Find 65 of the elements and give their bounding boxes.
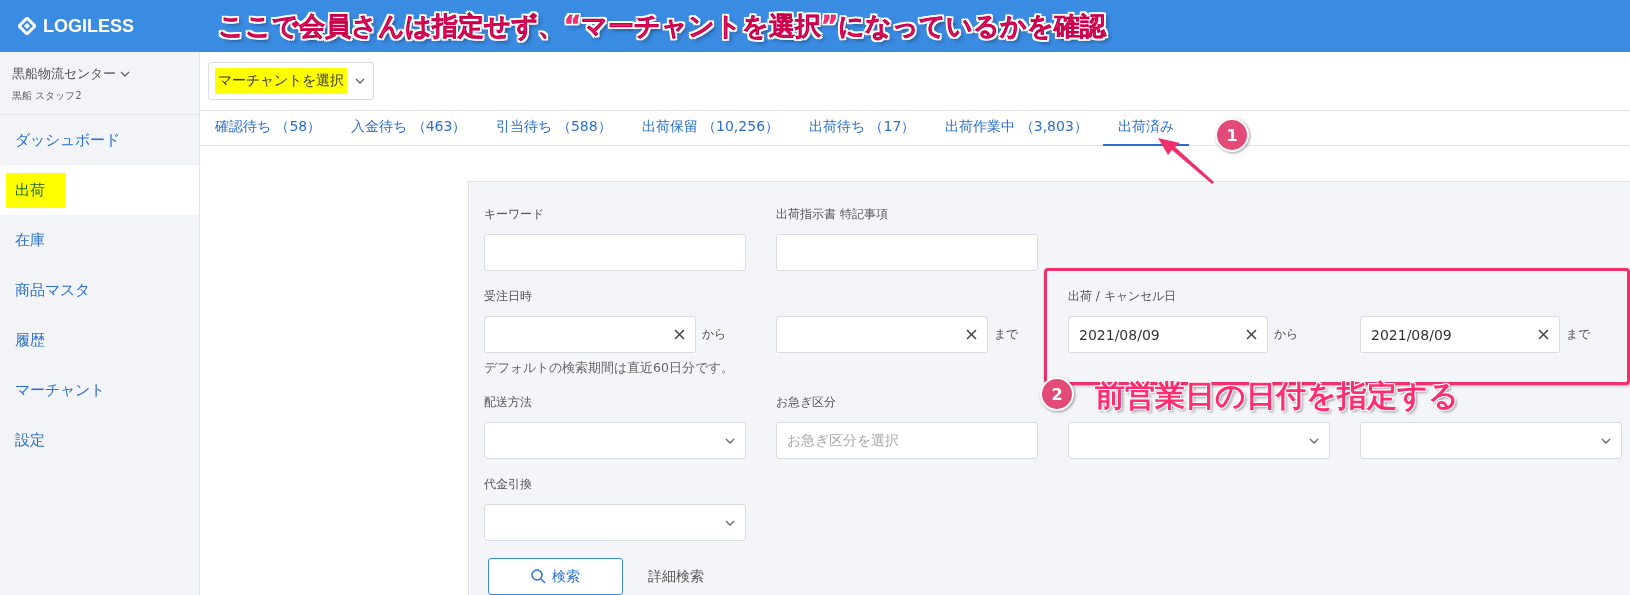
date-field[interactable]: 2021/08/09 — [1360, 316, 1560, 353]
merchant-select[interactable]: マーチャントを選択 — [208, 61, 374, 100]
select-field[interactable] — [484, 504, 746, 541]
sidebar-label: 設定 — [14, 429, 46, 451]
logo-text: LOGILESS — [43, 15, 134, 37]
chevron-down-icon — [725, 437, 735, 444]
field-label: お急ぎ区分 — [776, 394, 837, 411]
sidebar-label: 在庫 — [14, 229, 46, 251]
range-suffix: から — [702, 326, 726, 343]
sidebar-item[interactable]: 出荷 — [0, 165, 199, 215]
chevron-down-icon — [120, 71, 130, 77]
pointer-arrow — [1158, 138, 1216, 184]
clear-icon[interactable] — [1538, 329, 1549, 340]
range-suffix: まで — [994, 326, 1018, 343]
tab[interactable]: 引当待ち （588） — [481, 110, 627, 146]
select-field[interactable] — [1360, 422, 1622, 459]
warehouse-name[interactable]: 黒船物流センター — [12, 65, 116, 83]
date-field[interactable] — [776, 316, 988, 353]
date-field[interactable]: 2021/08/09 — [1068, 316, 1268, 353]
clear-icon[interactable] — [966, 329, 977, 340]
sidebar-item[interactable]: 設定 — [0, 415, 199, 465]
range-suffix: から — [1274, 326, 1298, 343]
merchant-select-text: マーチャントを選択 — [215, 67, 347, 94]
step-badge: 1 — [1215, 118, 1249, 152]
logo-icon — [18, 17, 36, 35]
tab[interactable]: 確認待ち （58） — [200, 110, 337, 146]
select-field[interactable] — [484, 422, 746, 459]
chevron-down-icon — [1601, 437, 1611, 444]
sidebar-item[interactable]: ダッシュボード — [0, 115, 199, 165]
sidebar-item[interactable]: 在庫 — [0, 215, 199, 265]
date-field[interactable] — [484, 316, 696, 353]
sidebar-item[interactable]: 履歴 — [0, 315, 199, 365]
field-label: 受注日時 — [484, 288, 533, 305]
range-suffix: まで — [1566, 326, 1590, 343]
field-label: キーワード — [484, 206, 545, 223]
tab[interactable]: 出荷作業中 （3,803） — [930, 110, 1103, 146]
search-button[interactable]: 検索 — [488, 558, 623, 595]
select-field[interactable] — [1068, 422, 1330, 459]
chevron-down-icon — [725, 519, 735, 526]
search-icon — [531, 569, 546, 584]
annotation-title: ここで会員さんは指定せず、“マーチャントを選択”になっているかを確認 — [218, 9, 1107, 43]
hint-text: デフォルトの検索期間は直近60日分です。 — [484, 360, 735, 377]
chevron-down-icon — [1309, 437, 1319, 444]
sidebar-item[interactable]: 商品マスタ — [0, 265, 199, 315]
sidebar-label: 出荷 — [6, 172, 66, 208]
input-field[interactable] — [484, 234, 746, 271]
clear-icon[interactable] — [674, 329, 685, 340]
annotation-text: 前営業日の日付を指定する — [1095, 378, 1459, 414]
clear-icon[interactable] — [1246, 329, 1257, 340]
field-label: 出荷 / キャンセル日 — [1068, 288, 1177, 305]
tab[interactable]: 出荷待ち （17） — [794, 110, 931, 146]
sidebar-item[interactable]: マーチャント — [0, 365, 199, 415]
tab[interactable]: 出荷保留 （10,256） — [626, 110, 795, 146]
sidebar-label: 履歴 — [14, 329, 46, 351]
sidebar-label: 商品マスタ — [14, 279, 91, 301]
chevron-down-icon — [355, 77, 365, 84]
input-field[interactable] — [776, 234, 1038, 271]
advanced-search-link[interactable]: 詳細検索 — [648, 567, 704, 586]
field-label: 出荷指示書 特記事項 — [776, 206, 889, 223]
field-label: 代金引換 — [484, 476, 533, 493]
sidebar-label: ダッシュボード — [14, 129, 121, 151]
field-label: 配送方法 — [484, 394, 533, 411]
tab[interactable]: 入金待ち （463） — [336, 110, 482, 146]
sidebar-label: マーチャント — [14, 379, 106, 401]
user-name: 黒船 スタッフ2 — [12, 89, 83, 103]
